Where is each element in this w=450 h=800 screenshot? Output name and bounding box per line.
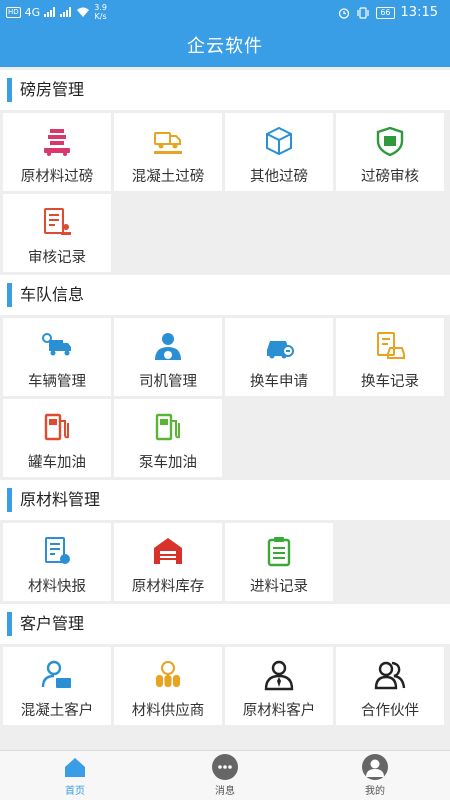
menu-item-label: 换车申请 bbox=[250, 374, 308, 390]
menu-item[interactable]: 原材料库存 bbox=[114, 523, 222, 601]
warehouse-icon bbox=[152, 535, 184, 567]
tab-label: 我的 bbox=[365, 786, 385, 797]
menu-item[interactable]: 泵车加油 bbox=[114, 399, 222, 477]
main-content: 磅房管理 原材料过磅 混凝土过磅 其他过磅 过磅审核 审核记录 车队信息 车辆管… bbox=[0, 67, 450, 750]
menu-item-label: 材料供应商 bbox=[131, 703, 205, 719]
menu-item[interactable]: 进料记录 bbox=[225, 523, 333, 601]
section-accent-bar bbox=[7, 488, 12, 512]
car-record-icon bbox=[374, 330, 406, 362]
customer-card-icon bbox=[41, 659, 73, 691]
menu-item-label: 原材料库存 bbox=[131, 579, 205, 595]
bottom-tab-bar: 首页 消息 我的 bbox=[0, 750, 450, 800]
shield-check-icon bbox=[374, 125, 406, 157]
clipboard-icon bbox=[263, 535, 295, 567]
battery-icon: 66 bbox=[376, 6, 395, 19]
menu-item-label: 混凝土过磅 bbox=[131, 169, 205, 185]
truck-scale-icon bbox=[152, 125, 184, 157]
menu-item-label: 泵车加油 bbox=[139, 455, 197, 471]
clock: 13:15 bbox=[400, 5, 438, 20]
menu-item[interactable]: 原材料过磅 bbox=[3, 113, 111, 191]
menu-item-label: 其他过磅 bbox=[250, 169, 308, 185]
businessman-icon bbox=[263, 659, 295, 691]
menu-grid: 原材料过磅 混凝土过磅 其他过磅 过磅审核 审核记录 bbox=[0, 110, 450, 272]
car-swap-icon bbox=[263, 330, 295, 362]
menu-grid: 混凝土客户 材料供应商 原材料客户 合作伙伴 bbox=[0, 644, 450, 725]
tab-profile[interactable]: 我的 bbox=[300, 751, 450, 800]
section-header: 车队信息 bbox=[0, 275, 450, 315]
document-stamp-icon bbox=[41, 206, 73, 238]
menu-item-label: 审核记录 bbox=[28, 250, 86, 266]
section-title: 原材料管理 bbox=[20, 490, 101, 509]
menu-item-label: 罐车加油 bbox=[28, 455, 86, 471]
status-bar: HD 4G 3.9 K/s 66 13:15 bbox=[0, 0, 450, 27]
menu-item[interactable]: 换车申请 bbox=[225, 318, 333, 396]
menu-item[interactable]: 合作伙伴 bbox=[336, 647, 444, 725]
tab-message[interactable]: 消息 bbox=[150, 751, 300, 800]
menu-item[interactable]: 材料供应商 bbox=[114, 647, 222, 725]
menu-item[interactable]: 其他过磅 bbox=[225, 113, 333, 191]
menu-item-label: 换车记录 bbox=[361, 374, 419, 390]
menu-item-label: 材料快报 bbox=[28, 579, 86, 595]
menu-item-label: 合作伙伴 bbox=[361, 703, 419, 719]
menu-grid: 车辆管理 司机管理 换车申请 换车记录 罐车加油 泵车加油 bbox=[0, 315, 450, 477]
section-header: 磅房管理 bbox=[0, 70, 450, 110]
section-accent-bar bbox=[7, 78, 12, 102]
driver-icon bbox=[152, 330, 184, 362]
supplier-icon bbox=[152, 659, 184, 691]
section-title: 客户管理 bbox=[20, 614, 85, 633]
menu-item-label: 司机管理 bbox=[139, 374, 197, 390]
net-speed: 3.9 K/s bbox=[94, 3, 107, 21]
box-icon bbox=[263, 125, 295, 157]
tab-home[interactable]: 首页 bbox=[0, 751, 150, 800]
section-title: 磅房管理 bbox=[20, 80, 85, 99]
fuel-pump-icon bbox=[152, 411, 184, 443]
menu-item-label: 过磅审核 bbox=[361, 169, 419, 185]
menu-item[interactable]: 混凝土过磅 bbox=[114, 113, 222, 191]
menu-item[interactable]: 原材料客户 bbox=[225, 647, 333, 725]
menu-item[interactable]: 审核记录 bbox=[3, 194, 111, 272]
menu-item[interactable]: 罐车加油 bbox=[3, 399, 111, 477]
net-speed-value: 3.9 bbox=[94, 3, 107, 12]
status-left: HD 4G 3.9 K/s bbox=[6, 3, 107, 21]
profile-icon bbox=[362, 754, 388, 780]
section-header: 客户管理 bbox=[0, 604, 450, 644]
menu-item-label: 车辆管理 bbox=[28, 374, 86, 390]
scale-stack-icon bbox=[41, 125, 73, 157]
menu-item-label: 进料记录 bbox=[250, 579, 308, 595]
menu-item[interactable]: 司机管理 bbox=[114, 318, 222, 396]
page-title: 企云软件 bbox=[0, 27, 450, 67]
wifi-icon bbox=[77, 7, 90, 17]
home-icon bbox=[62, 754, 88, 780]
network-label: 4G bbox=[24, 5, 41, 19]
menu-item-label: 原材料客户 bbox=[242, 703, 316, 719]
menu-item[interactable]: 材料快报 bbox=[3, 523, 111, 601]
menu-grid: 材料快报 原材料库存 进料记录 bbox=[0, 520, 450, 601]
section-accent-bar bbox=[7, 612, 12, 636]
vibrate-icon bbox=[357, 6, 369, 19]
alarm-icon bbox=[339, 7, 350, 19]
menu-item-label: 原材料过磅 bbox=[20, 169, 94, 185]
section-header: 原材料管理 bbox=[0, 480, 450, 520]
net-speed-unit: K/s bbox=[94, 12, 107, 21]
section-title: 车队信息 bbox=[20, 285, 85, 304]
truck-gear-icon bbox=[41, 330, 73, 362]
menu-item-label: 混凝土客户 bbox=[20, 703, 94, 719]
tab-label: 首页 bbox=[65, 786, 85, 797]
hd-icon: HD bbox=[6, 6, 21, 18]
status-right: 66 13:15 bbox=[338, 5, 438, 20]
report-icon bbox=[41, 535, 73, 567]
menu-item[interactable]: 车辆管理 bbox=[3, 318, 111, 396]
menu-item[interactable]: 换车记录 bbox=[336, 318, 444, 396]
tab-label: 消息 bbox=[215, 786, 235, 797]
message-icon bbox=[212, 754, 238, 780]
signal-icon-2 bbox=[60, 7, 72, 17]
signal-icon bbox=[44, 7, 56, 17]
partners-icon bbox=[374, 659, 406, 691]
section-accent-bar bbox=[7, 283, 12, 307]
fuel-pump-icon bbox=[41, 411, 73, 443]
menu-item[interactable]: 过磅审核 bbox=[336, 113, 444, 191]
menu-item[interactable]: 混凝土客户 bbox=[3, 647, 111, 725]
